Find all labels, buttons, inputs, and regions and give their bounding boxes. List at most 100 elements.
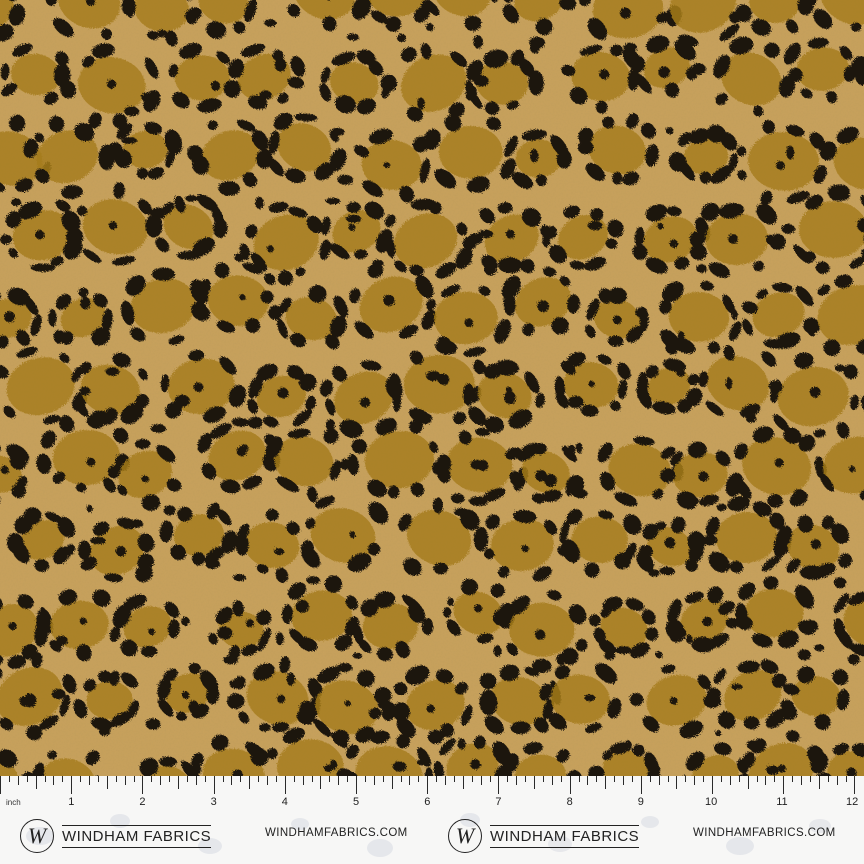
scatter-spot [457,738,466,750]
inner-spot [3,311,15,323]
ruler-tick [382,776,384,782]
ruler-number: 6 [424,796,431,808]
inner-spot [728,234,739,244]
ruler-tick [534,776,535,789]
scatter-spot [716,503,727,512]
scatter-spot [349,531,356,539]
ruler-number: 1 [68,796,75,808]
inner-spot [426,704,435,713]
scatter-spot [185,195,198,202]
ruler-number: 2 [139,796,146,808]
scatter-spot [245,619,254,628]
scatter-spot [259,723,271,732]
scatter-spot [255,196,264,210]
scatter-spot [267,245,274,253]
ruler-tick [258,776,260,782]
ruler-tick [124,776,126,785]
scatter-spot [163,505,176,516]
scatter-spot [80,296,91,310]
scatter-spot [23,693,37,708]
ruler-tick [293,776,295,782]
scatter-spot [584,694,596,702]
scatter-spot [325,419,335,431]
ruler-ticks [0,776,864,800]
ruler-tick [453,776,455,782]
scatter-spot [426,370,441,382]
ruler-tick [195,776,197,785]
ruler-tick [347,776,349,782]
ruler-tick [17,776,19,785]
scatter-spot [797,649,811,661]
ruler-tick [80,776,82,782]
inner-spot [658,66,670,78]
scatter-spot [90,536,106,545]
ruler-number: 9 [637,796,644,808]
ruler-tick [44,776,46,782]
scatter-spot [686,496,699,506]
ruler-tick [436,776,438,782]
inner-spot [141,475,149,483]
brand-block-left: W WINDHAM FABRICS [20,816,212,856]
scatter-spot [462,236,477,250]
ruler-tick [62,776,64,782]
ruler-tick [133,776,135,782]
inner-spot [35,230,45,240]
ruler-tick [71,776,73,794]
scatter-spot [295,599,310,613]
scatter-spot [686,634,693,644]
inner-spot [277,387,289,399]
inner-spot [505,229,515,239]
ruler-tick [275,776,277,782]
scatter-spot [804,251,816,263]
scatter-spot [368,707,382,720]
inner-spot [774,458,784,468]
scatter-spot [556,653,567,666]
scatter-spot [188,700,199,714]
scatter-spot [377,701,389,709]
scatter-spot [211,81,221,91]
scatter-spot [678,331,685,340]
scatter-spot [587,220,603,231]
inner-spot [778,764,787,773]
scatter-spot [648,569,660,577]
inner-spot [115,546,127,557]
inner-spot [664,537,676,549]
inner-spot [359,397,371,408]
ruler-tick [845,776,847,782]
scatter-spot [325,197,341,205]
scatter-spot [757,505,766,517]
ruler-tick [160,776,162,785]
inner-spot [537,300,550,313]
ruler-number: 5 [353,796,360,808]
scatter-spot [274,548,285,555]
ruler-tick [151,776,153,782]
scatter-spot [260,290,274,304]
scatter-spot [241,444,249,452]
scatter-spot [665,127,674,135]
ruler-tick [569,776,571,794]
inner-spot [474,604,483,613]
ruler-tick [338,776,340,785]
ruler-tick [551,776,553,785]
scatter-spot [690,63,707,75]
inner-spot [776,161,785,170]
ruler-tick [774,776,776,782]
ruler-tick [685,776,687,782]
brand-url-left: WINDHAMFABRICS.COM [265,827,408,839]
ruler-tick [418,776,420,782]
scatter-spot [104,408,118,421]
scatter-spot [98,670,112,683]
ruler-tick [115,776,117,782]
ruler-tick [631,776,633,782]
ruler-tick [729,776,731,785]
ruler-tick [471,776,473,782]
inner-spot [588,380,595,388]
scatter-spot [504,391,516,405]
scatter-spot [610,44,623,57]
scatter-spot [589,614,601,627]
scatter-spot [676,369,686,377]
ruler-tick [649,776,651,782]
inner-spot [193,382,204,393]
rosette-spot [30,263,56,272]
ruler-tick [792,776,794,782]
